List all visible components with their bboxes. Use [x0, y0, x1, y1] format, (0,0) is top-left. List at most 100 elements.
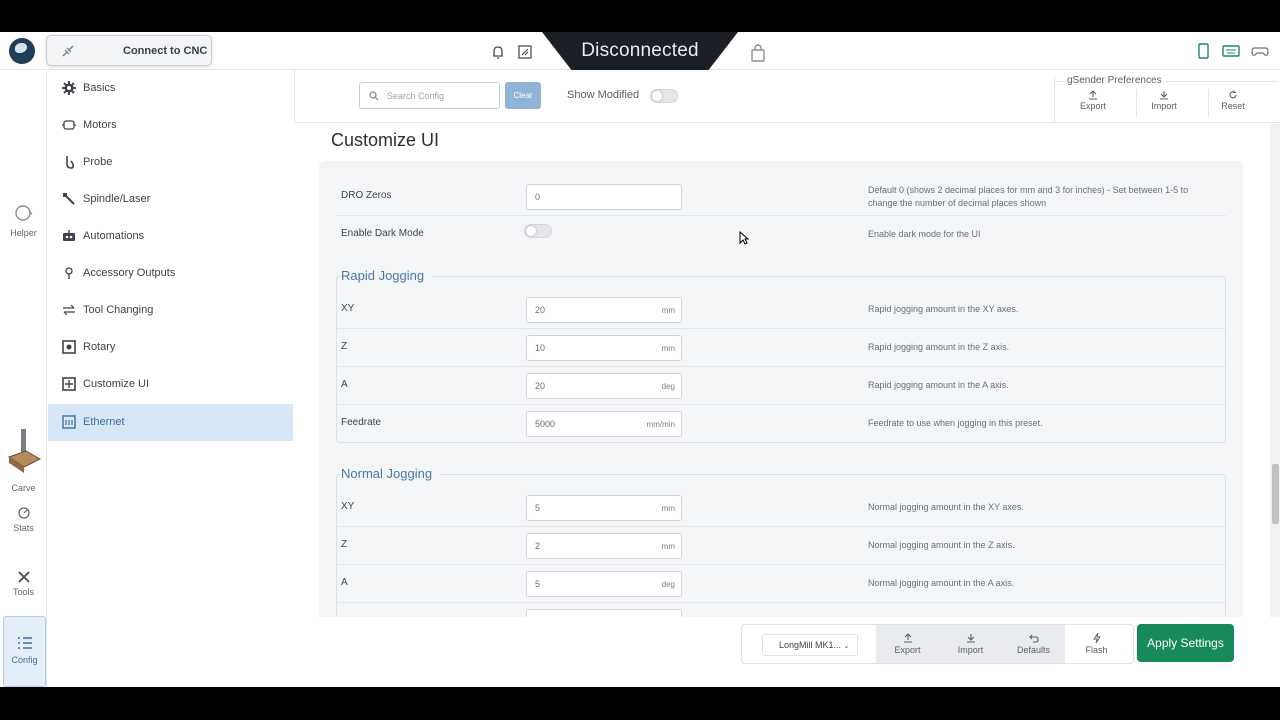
- tools-icon: [17, 571, 30, 583]
- preferences-group: gSender Preferences Export Import Reset: [1054, 75, 1277, 123]
- settings-panel: DRO Zeros 0 Default 0 (shows 2 decimal p…: [319, 161, 1243, 617]
- vertical-scrollbar[interactable]: [1270, 124, 1280, 617]
- prefs-export-button[interactable]: Export: [1058, 90, 1128, 111]
- nav-carve[interactable]: Carve: [0, 427, 47, 493]
- rapid-xy-input[interactable]: 20 mm: [526, 297, 682, 323]
- normal-z-row: Z 2 mm Normal jogging amount in the Z axi…: [336, 527, 1226, 565]
- ethernet-icon: [62, 415, 76, 429]
- gear-icon: [62, 81, 76, 95]
- mouse-cursor-icon: [739, 231, 749, 245]
- rapid-a-row: A 20 deg Rapid jogging amount in the A ax…: [336, 367, 1226, 405]
- page-title: Customize UI: [331, 130, 440, 150]
- machine-preset-select[interactable]: LongMill MK1... ⌄: [762, 634, 858, 656]
- search-icon: [369, 91, 379, 101]
- motor-icon: [62, 120, 76, 130]
- import-button[interactable]: Import: [939, 625, 1002, 663]
- dark-mode-toggle[interactable]: [524, 224, 552, 238]
- connect-label: Connect to CNC: [123, 45, 208, 57]
- config-icon: [17, 637, 32, 649]
- settings-sheet-icon[interactable]: [516, 43, 534, 61]
- left-nav: Helper Carve Stats Tools Config: [0, 70, 47, 687]
- preferences-title: gSender Preferences: [1065, 75, 1164, 86]
- nav-tools[interactable]: Tools: [0, 570, 47, 597]
- spindle-icon: [63, 193, 75, 205]
- customize-icon: [62, 377, 76, 391]
- rapid-feedrate-row: Feedrate 5000 mm/min Feedrate to use when…: [336, 405, 1226, 443]
- nav-stats[interactable]: Stats: [0, 506, 47, 533]
- rapid-z-row: Z 10 mm Rapid jogging amount in the Z axi…: [336, 329, 1226, 367]
- normal-a-row: A 5 deg Normal jogging amount in the A ax…: [336, 565, 1226, 603]
- search-placeholder: Search Config: [387, 91, 445, 101]
- search-input[interactable]: Search Config: [359, 82, 500, 109]
- keyboard-icon[interactable]: [1222, 43, 1240, 59]
- flash-button[interactable]: Flash: [1065, 625, 1128, 663]
- rapid-xy-row: XY 20 mm Rapid jogging amount in the XY a…: [336, 291, 1226, 329]
- normal-a-input[interactable]: 5 deg: [526, 571, 682, 597]
- rapid-feedrate-input[interactable]: 5000 mm/min: [526, 411, 682, 437]
- menu-ethernet[interactable]: Ethernet: [48, 404, 293, 441]
- nav-config[interactable]: Config: [3, 616, 46, 687]
- bell-icon[interactable]: [489, 43, 507, 61]
- import-icon: [966, 634, 975, 643]
- prefs-import-button[interactable]: Import: [1129, 90, 1199, 111]
- prefs-reset-button[interactable]: Reset: [1198, 90, 1268, 111]
- nav-helper[interactable]: Helper: [0, 203, 47, 238]
- export-icon: [1089, 90, 1097, 100]
- settings-content: Customize UI DRO Zeros 0 Default 0 (show…: [294, 124, 1270, 617]
- export-icon: [903, 633, 912, 643]
- config-menu: Basics Motors Probe Spindle/Laser Automa…: [48, 70, 293, 687]
- menu-accessory-outputs[interactable]: Accessory Outputs: [48, 255, 293, 292]
- menu-automations[interactable]: Automations: [48, 218, 293, 255]
- dro-zeros-row: DRO Zeros 0 Default 0 (shows 2 decimal p…: [336, 178, 1226, 216]
- lock-icon[interactable]: [749, 41, 767, 63]
- gamepad-icon[interactable]: [1251, 43, 1269, 59]
- apply-settings-button[interactable]: Apply Settings: [1137, 624, 1234, 662]
- accessory-icon: [65, 267, 73, 279]
- normal-z-input[interactable]: 2 mm: [526, 533, 682, 559]
- menu-probe[interactable]: Probe: [48, 144, 293, 181]
- reset-icon: [1229, 90, 1237, 99]
- normal-xy-row: XY 5 mm Normal jogging amount in the XY a…: [336, 489, 1226, 527]
- gsender-logo: [9, 38, 35, 64]
- rapid-jogging-title: Rapid Jogging: [341, 268, 433, 283]
- menu-rotary[interactable]: Rotary: [48, 329, 293, 366]
- plug-icon: [62, 45, 74, 57]
- undo-icon: [1028, 634, 1039, 643]
- clear-button[interactable]: Clear: [505, 82, 541, 109]
- probe-icon: [66, 156, 75, 169]
- menu-basics[interactable]: Basics: [48, 70, 293, 107]
- export-button[interactable]: Export: [876, 625, 939, 663]
- normal-xy-input[interactable]: 5 mm: [526, 495, 682, 521]
- settings-header: Search Config Clear Show Modified gSende…: [294, 70, 1280, 123]
- normal-jogging-title: Normal Jogging: [341, 466, 441, 481]
- menu-customize-ui[interactable]: Customize UI: [48, 366, 293, 403]
- menu-motors[interactable]: Motors: [48, 107, 293, 144]
- import-icon: [1160, 91, 1168, 100]
- scroll-thumb[interactable]: [1272, 464, 1279, 524]
- dark-mode-row: Enable Dark Mode Enable dark mode for th…: [336, 216, 1226, 254]
- menu-tool-changing[interactable]: Tool Changing: [48, 292, 293, 329]
- show-modified-toggle[interactable]: [650, 89, 678, 103]
- flash-icon: [1092, 633, 1101, 643]
- dro-zeros-input[interactable]: 0: [526, 184, 682, 210]
- phone-icon[interactable]: [1195, 43, 1213, 59]
- connection-status: Disconnected: [542, 32, 738, 70]
- rotary-icon: [62, 340, 76, 354]
- firmware-actions: LongMill MK1... ⌄ Export Import Defaults…: [741, 624, 1134, 664]
- chevron-down-icon: ⌄: [843, 643, 850, 650]
- show-modified-label: Show Modified: [567, 89, 640, 101]
- menu-spindle-laser[interactable]: Spindle/Laser: [48, 181, 293, 218]
- app-window: Connect to CNC Disconnected Helper Carve…: [0, 32, 1280, 687]
- bottom-action-bar: LongMill MK1... ⌄ Export Import Defaults…: [294, 617, 1280, 687]
- top-bar: Connect to CNC Disconnected: [0, 32, 1280, 70]
- rapid-a-input[interactable]: 20 deg: [526, 373, 682, 399]
- defaults-button[interactable]: Defaults: [1002, 625, 1065, 663]
- normal-next-input[interactable]: [526, 609, 682, 617]
- normal-next-row: [336, 603, 1226, 617]
- helper-icon: [14, 205, 32, 221]
- rapid-z-input[interactable]: 10 mm: [526, 335, 682, 361]
- connect-button[interactable]: Connect to CNC: [46, 35, 212, 66]
- tool-change-icon: [63, 304, 75, 316]
- automation-icon: [63, 230, 75, 241]
- carve-icon: [7, 429, 41, 473]
